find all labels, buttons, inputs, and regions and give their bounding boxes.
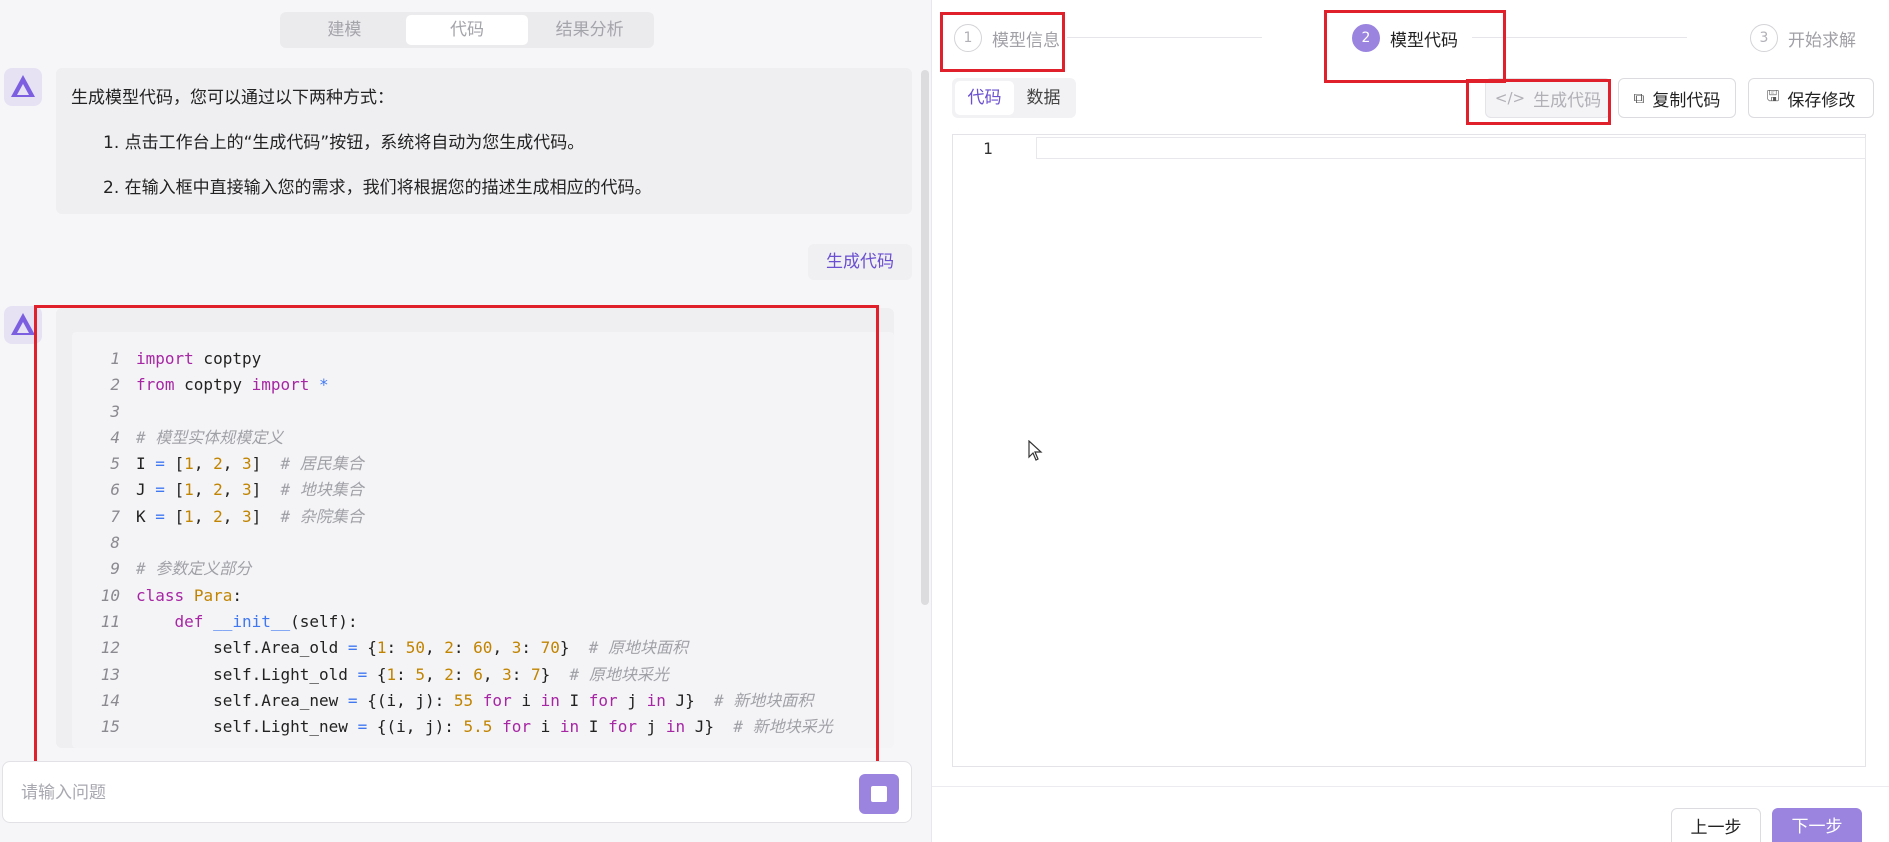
code-line: 3 xyxy=(72,399,894,425)
code-icon: </> xyxy=(1494,89,1526,107)
step-connector xyxy=(1472,37,1687,38)
steps-bar: 1 模型信息 2 模型代码 3 开始求解 xyxy=(932,0,1889,76)
code-line-text: def __init__(self): xyxy=(174,611,358,631)
code-line-number: 14 xyxy=(100,690,120,710)
step-connector xyxy=(1067,37,1262,38)
assistant-logo-icon xyxy=(11,313,35,335)
save-changes-button[interactable]: 🖫 保存修改 xyxy=(1748,78,1874,118)
code-line: 1 import coptpy xyxy=(72,346,894,372)
copy-code-label: 复制代码 xyxy=(1652,90,1721,111)
chat-scrollbar[interactable] xyxy=(921,70,929,605)
save-icon: 🖫 xyxy=(1766,86,1780,105)
code-message: 1 import coptpy 2 from coptpy import * 3 4 # 模… xyxy=(56,308,894,748)
footer-divider xyxy=(932,786,1889,787)
code-line-number: 15 xyxy=(100,717,120,737)
code-line: 15 self.Light_new = {(i, j): 5.5 for i i… xyxy=(72,714,894,740)
step-model-info[interactable]: 1 模型信息 xyxy=(954,24,1060,52)
assistant-avatar xyxy=(4,306,42,344)
chat-panel: 建模 代码 结果分析 生成模型代码，您可以通过以下两种方式： 1. 点击工作台上… xyxy=(0,0,930,842)
tab-modeling[interactable]: 建模 xyxy=(283,15,406,45)
save-changes-label: 保存修改 xyxy=(1787,90,1856,111)
message-item-2: 2. 在输入框中直接输入您的需求，我们将根据您的描述生成相应的代码。 xyxy=(103,178,652,198)
code-line-number: 6 xyxy=(110,480,120,500)
step-model-code[interactable]: 2 模型代码 xyxy=(1352,24,1458,52)
tab-data[interactable]: 数据 xyxy=(1014,81,1073,115)
copy-code-button[interactable]: ⧉ 复制代码 xyxy=(1618,78,1736,118)
previous-step-button[interactable]: 上一步 xyxy=(1671,808,1761,842)
step-number: 3 xyxy=(1750,24,1778,52)
user-message: 生成代码 xyxy=(808,244,912,280)
code-line-number: 9 xyxy=(110,559,120,579)
code-line: 8 xyxy=(72,530,894,556)
workbench-panel: 1 模型信息 2 模型代码 3 开始求解 代码 数据 </> 生成代码 ⧉ 复制… xyxy=(931,0,1889,842)
step-label: 开始求解 xyxy=(1788,30,1856,51)
assistant-avatar xyxy=(4,68,42,106)
editor-tabs: 代码 数据 xyxy=(952,78,1076,118)
step-label: 模型信息 xyxy=(992,30,1060,51)
code-line-number: 2 xyxy=(110,375,120,395)
question-input[interactable] xyxy=(21,778,841,808)
step-start-solve[interactable]: 3 开始求解 xyxy=(1750,24,1856,52)
code-editor[interactable]: 1 xyxy=(952,134,1866,767)
code-line-text: self.Light_new = {(i, j): 5.5 for i in I… xyxy=(136,717,833,737)
code-line-text: K = [1, 2, 3] # 杂院集合 xyxy=(136,506,364,526)
tab-code-editor[interactable]: 代码 xyxy=(955,81,1014,115)
copy-icon: ⧉ xyxy=(1633,89,1645,107)
assistant-logo-icon xyxy=(11,75,35,97)
stop-icon xyxy=(871,786,887,802)
code-line: 10 class Para: xyxy=(72,583,894,609)
code-line-text: I = [1, 2, 3] # 居民集合 xyxy=(136,454,364,474)
mode-tabs: 建模 代码 结果分析 xyxy=(280,12,654,48)
tab-code[interactable]: 代码 xyxy=(405,15,529,45)
code-line: 11 def __init__(self): xyxy=(72,609,894,635)
code-line-number: 4 xyxy=(110,427,120,447)
code-line-number: 10 xyxy=(100,585,120,605)
code-line-number: 13 xyxy=(100,664,120,684)
current-line[interactable] xyxy=(1036,137,1866,159)
step-number: 1 xyxy=(954,24,982,52)
stop-button[interactable] xyxy=(859,774,899,814)
code-line-number: 3 xyxy=(110,401,120,421)
code-line: 12 self.Area_old = {1: 50, 2: 60, 3: 70}… xyxy=(72,635,894,661)
code-line-text: from coptpy import * xyxy=(136,375,329,395)
line-number: 1 xyxy=(983,139,993,158)
code-block[interactable]: 1 import coptpy 2 from coptpy import * 3 4 # 模… xyxy=(72,332,894,748)
code-line-text: # 模型实体规模定义 xyxy=(136,427,284,447)
step-number: 2 xyxy=(1352,24,1380,52)
code-line: 9 # 参数定义部分 xyxy=(72,556,894,582)
chat-input-box xyxy=(2,761,912,823)
code-line: 6 J = [1, 2, 3] # 地块集合 xyxy=(72,477,894,503)
code-line: 7 K = [1, 2, 3] # 杂院集合 xyxy=(72,504,894,530)
mouse-cursor-icon xyxy=(1028,440,1043,461)
code-line: 5 I = [1, 2, 3] # 居民集合 xyxy=(72,451,894,477)
next-step-button[interactable]: 下一步 xyxy=(1772,808,1862,842)
code-line-text: self.Area_old = {1: 50, 2: 60, 3: 70} # … xyxy=(136,638,689,658)
code-line: 13 self.Light_old = {1: 5, 2: 6, 3: 7} #… xyxy=(72,662,894,688)
message-intro: 生成模型代码，您可以通过以下两种方式： xyxy=(71,88,394,108)
message-item-1: 1. 点击工作台上的“生成代码”按钮，系统将自动为您生成代码。 xyxy=(103,133,585,153)
code-line-text: J = [1, 2, 3] # 地块集合 xyxy=(136,480,364,500)
code-line: 4 # 模型实体规模定义 xyxy=(72,425,894,451)
code-line: 14 self.Area_new = {(i, j): 55 for i in … xyxy=(72,688,894,714)
code-line-number: 12 xyxy=(100,638,120,658)
code-line-text: import coptpy xyxy=(136,349,262,368)
code-line-number: 1 xyxy=(110,349,120,368)
code-line-number: 11 xyxy=(100,611,120,631)
assistant-message: 生成模型代码，您可以通过以下两种方式： 1. 点击工作台上的“生成代码”按钮，系… xyxy=(56,68,912,214)
code-line-text: self.Area_new = {(i, j): 55 for i in I f… xyxy=(136,690,814,710)
code-line-number: 7 xyxy=(110,506,120,526)
code-line-number: 5 xyxy=(110,454,120,474)
generate-code-label: 生成代码 xyxy=(1533,90,1602,111)
step-label: 模型代码 xyxy=(1390,30,1458,51)
code-line-number: 8 xyxy=(110,533,120,553)
code-line-text: self.Light_old = {1: 5, 2: 6, 3: 7} # 原地… xyxy=(136,664,669,684)
tab-result-analysis[interactable]: 结果分析 xyxy=(528,15,651,45)
code-line-text: # 参数定义部分 xyxy=(136,559,252,579)
code-line-text: class Para: xyxy=(136,585,242,605)
generate-code-button[interactable]: </> 生成代码 xyxy=(1485,78,1611,118)
code-line: 2 from coptpy import * xyxy=(72,372,894,398)
